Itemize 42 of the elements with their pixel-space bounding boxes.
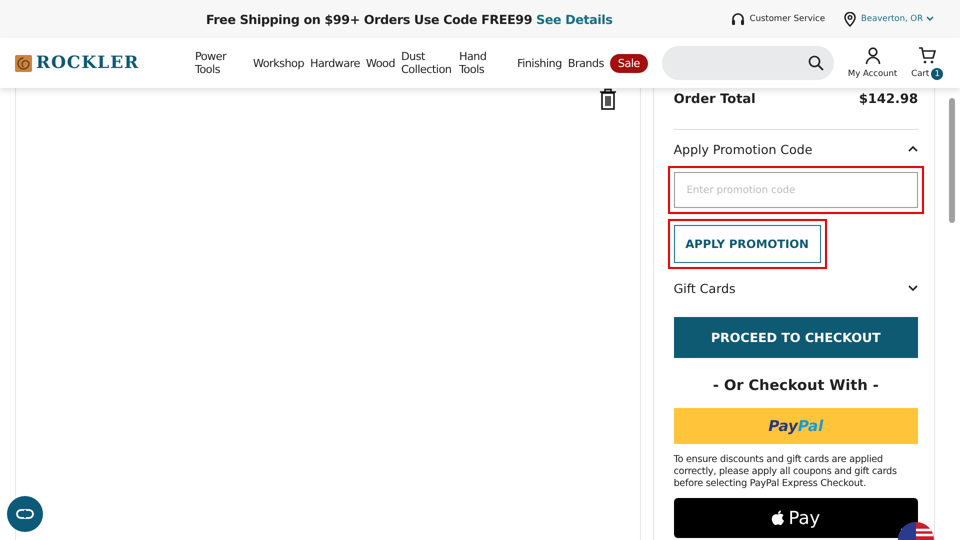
gift-cards-accordion-header[interactable]: Gift Cards: [674, 271, 918, 305]
accessibility-button[interactable]: [7, 496, 43, 532]
apple-icon: [771, 510, 786, 526]
location-selector[interactable]: Beaverton, OR: [861, 14, 934, 24]
proceed-to-checkout-button[interactable]: PROCEED TO CHECKOUT: [674, 317, 918, 358]
nav-link[interactable]: Dust Collection: [401, 50, 454, 76]
flag-icon[interactable]: [898, 520, 934, 540]
headset-icon: [730, 12, 745, 26]
cart-label[interactable]: Cart: [911, 68, 930, 78]
cart-count-badge: 1: [931, 68, 944, 80]
caret-icon: [926, 16, 934, 22]
nav-link[interactable]: Power Tools: [195, 50, 247, 76]
nav-link[interactable]: Hardware: [310, 56, 360, 70]
link-icon: [16, 509, 34, 519]
apply-promotion-button[interactable]: APPLY PROMOTION: [674, 225, 821, 263]
order-total-value: $142.98: [858, 92, 918, 107]
promotion-accordion-header[interactable]: Apply Promotion Code: [674, 132, 918, 166]
paypal-button[interactable]: PayPal: [674, 408, 918, 444]
search-icon[interactable]: [808, 55, 824, 71]
see-details-link[interactable]: See Details: [536, 12, 612, 26]
customer-service-link[interactable]: Customer Service: [750, 14, 826, 24]
account-label[interactable]: My Account: [848, 69, 898, 79]
order-total-label: Order Total: [674, 92, 756, 107]
nav-link[interactable]: Hand Tools: [459, 50, 512, 76]
location-pin-icon: [844, 12, 856, 26]
scrollbar-thumb[interactable]: [949, 98, 956, 223]
person-icon[interactable]: [864, 47, 881, 65]
nav-link[interactable]: Brands: [568, 56, 604, 70]
logo-swirl-icon: [15, 54, 32, 72]
search-field[interactable]: [662, 46, 834, 80]
nav-link[interactable]: Wood: [366, 56, 396, 70]
nav-link[interactable]: Finishing: [517, 56, 562, 70]
promo-text: Free Shipping on $99+ Orders Use Code FREE99: [206, 12, 532, 26]
sale-pill[interactable]: Sale: [610, 54, 648, 72]
logo-wordmark[interactable]: ROCKLER: [36, 53, 140, 73]
nav-link[interactable]: Workshop: [253, 56, 304, 70]
trash-icon[interactable]: [599, 88, 617, 110]
paypal-note: To ensure discounts and gift cards are applied correctly, please apply all coupons and gift cards before selecting PayPal Express Checkout.: [674, 454, 898, 490]
promotion-code-field[interactable]: Enter promotion code: [674, 172, 918, 208]
alt-checkout-heading: - Or Checkout With -: [712, 378, 880, 394]
cart-icon[interactable]: [918, 46, 936, 64]
apple-pay-button[interactable]: Pay: [674, 498, 918, 538]
